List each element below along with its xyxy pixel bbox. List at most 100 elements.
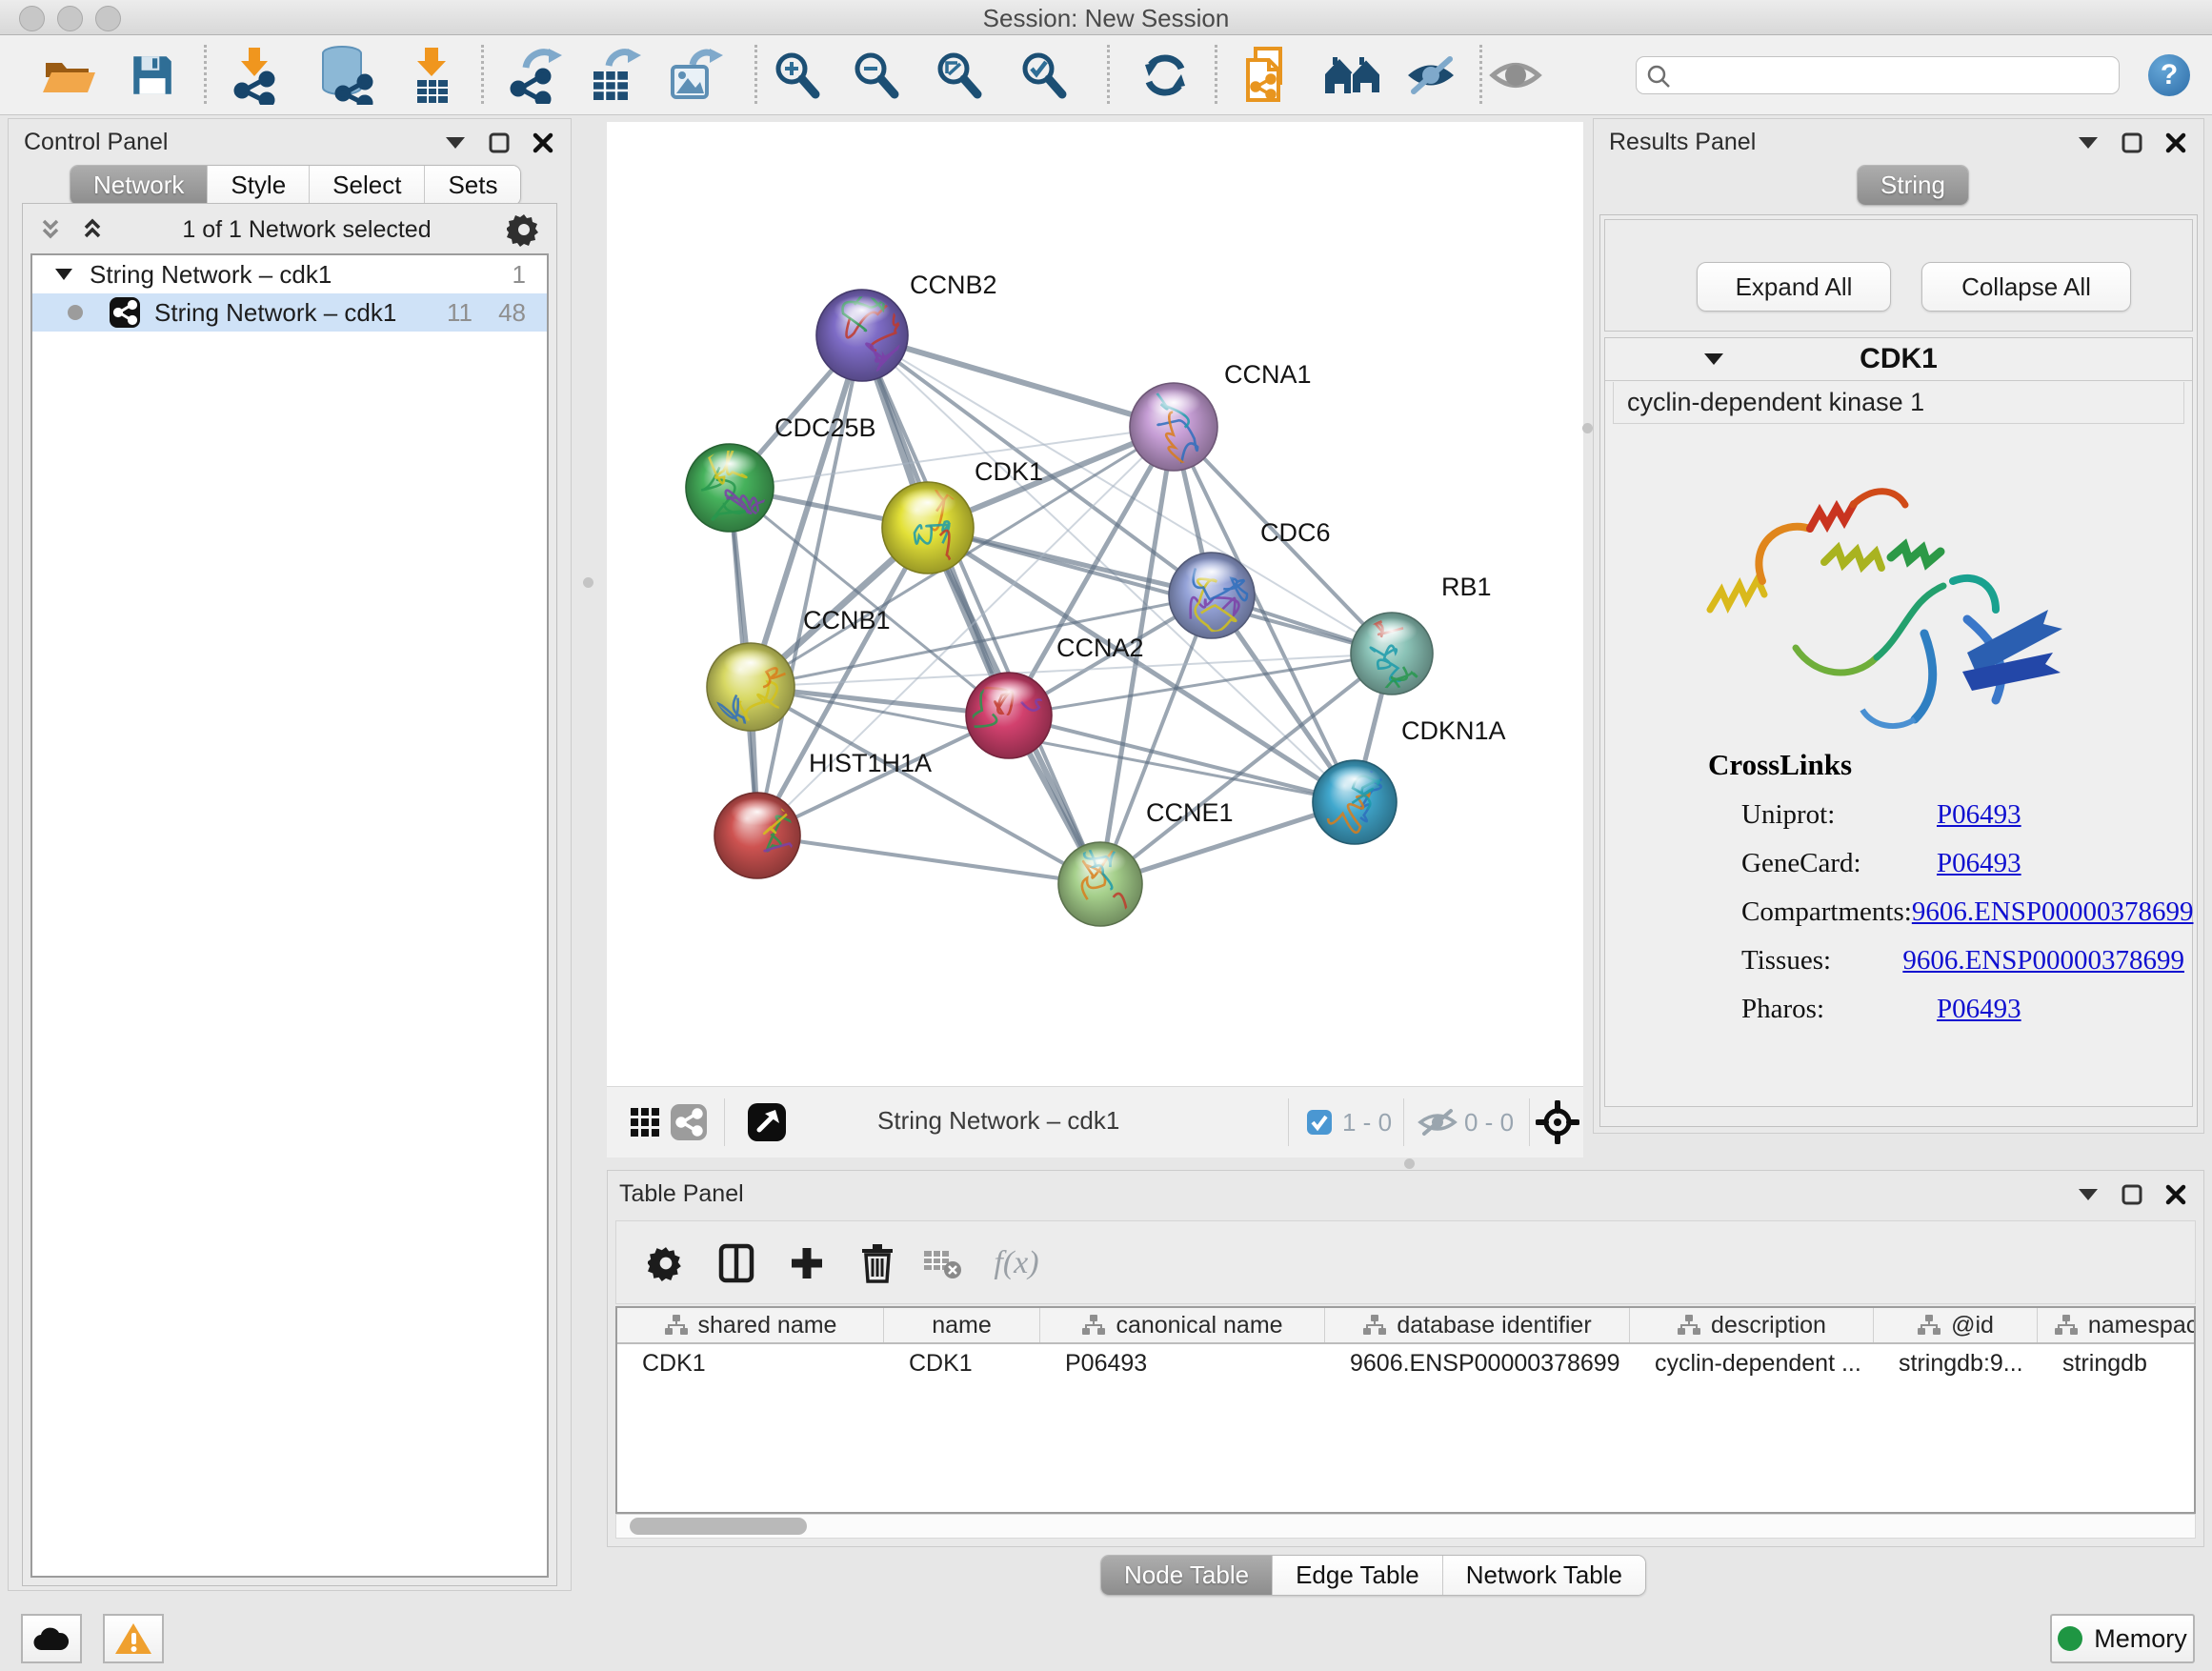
cytoscape-window: Session: New Session: [0, 0, 2212, 1671]
grid-view-icon[interactable]: [631, 1108, 659, 1137]
help-button[interactable]: ?: [2148, 54, 2190, 96]
cdk1-card-header[interactable]: CDK1: [1605, 338, 2192, 381]
column-header-namespace[interactable]: namespace: [2038, 1308, 2196, 1342]
column-header-database-identifier[interactable]: database identifier: [1325, 1308, 1630, 1342]
scrollbar-thumb[interactable]: [630, 1518, 807, 1535]
network-node-CDK1[interactable]: CDK1: [882, 457, 1043, 596]
collapse-all-tree-icon[interactable]: [78, 217, 107, 242]
import-table-file-icon[interactable]: [410, 46, 453, 105]
expand-all-tree-icon[interactable]: [36, 217, 65, 242]
tab-node-table[interactable]: Node Table: [1101, 1556, 1272, 1595]
crosslink-link[interactable]: P06493: [1937, 799, 2021, 831]
search-input[interactable]: [1636, 56, 2120, 94]
warning-icon: [114, 1621, 152, 1656]
expand-collapse-box: Expand All Collapse All: [1604, 219, 2193, 332]
splitter-handle[interactable]: [1404, 1158, 1415, 1169]
warnings-button[interactable]: [103, 1614, 164, 1663]
float-panel-icon[interactable]: [2122, 1184, 2142, 1205]
toolbar-separator: [481, 45, 484, 104]
crosslink-label: Uniprot:: [1741, 799, 1937, 831]
splitter-handle[interactable]: [583, 577, 593, 588]
main-toolbar: ?: [0, 35, 2212, 115]
network-edge[interactable]: [862, 335, 1174, 427]
network-view-canvas[interactable]: CCNB2CCNA1CDC25BCDK1CDC6RB1CCNB1CCNA2CDK…: [607, 122, 1583, 1086]
crosslink-link[interactable]: 9606.ENSP00000378699: [1902, 945, 2184, 976]
table-settings-gear-icon[interactable]: [648, 1245, 684, 1281]
home-icon[interactable]: [1323, 51, 1382, 99]
memory-button[interactable]: Memory: [2050, 1614, 2195, 1663]
zoom-in-icon[interactable]: [772, 50, 823, 101]
hidden-eye-icon[interactable]: [1418, 1107, 1458, 1137]
show-columns-icon[interactable]: [718, 1243, 754, 1283]
tree-expanded-arrow-icon[interactable]: [53, 267, 74, 282]
delete-table-icon[interactable]: [922, 1247, 962, 1279]
control-panel-window-controls: [445, 132, 553, 153]
crosslink-link[interactable]: P06493: [1937, 848, 2021, 879]
hide-selected-eye-icon[interactable]: [1404, 53, 1459, 97]
column-label: @id: [1951, 1312, 1994, 1339]
network-node-CDKN1A[interactable]: CDKN1A: [1313, 716, 1506, 844]
tab-style[interactable]: Style: [207, 166, 309, 205]
tab-sets[interactable]: Sets: [424, 166, 520, 205]
column-header-description[interactable]: description: [1630, 1308, 1874, 1342]
crosslink-link[interactable]: 9606.ENSP00000378699: [1912, 896, 2194, 928]
function-builder-icon[interactable]: f(x): [994, 1245, 1038, 1281]
birdseye-crosshair-icon[interactable]: [1536, 1100, 1579, 1144]
collapse-all-button[interactable]: Collapse All: [1921, 262, 2131, 312]
crosslink-link[interactable]: P06493: [1937, 994, 2021, 1025]
gear-icon[interactable]: [507, 212, 541, 247]
selected-checkbox-icon[interactable]: [1306, 1109, 1333, 1136]
network-collection-row[interactable]: String Network – cdk1 1: [32, 255, 547, 293]
tab-edge-table[interactable]: Edge Table: [1272, 1556, 1442, 1595]
show-all-eye-icon[interactable]: [1489, 53, 1544, 97]
panel-menu-caret-icon[interactable]: [2078, 1188, 2099, 1201]
close-panel-icon[interactable]: [2165, 1184, 2186, 1205]
network-share-icon[interactable]: [670, 1103, 708, 1141]
zoom-out-icon[interactable]: [851, 50, 902, 101]
tab-string[interactable]: String: [1858, 166, 1968, 205]
tab-select[interactable]: Select: [309, 166, 424, 205]
network-edge[interactable]: [757, 836, 1100, 884]
panel-menu-caret-icon[interactable]: [445, 136, 466, 150]
export-image-icon[interactable]: [668, 48, 723, 103]
cloud-button[interactable]: [21, 1614, 82, 1663]
splitter-handle[interactable]: [1582, 423, 1593, 433]
add-column-plus-icon[interactable]: [789, 1245, 825, 1281]
zoom-selected-icon[interactable]: [1018, 50, 1070, 101]
import-network-file-icon[interactable]: [229, 46, 280, 105]
network-node-RB1[interactable]: RB1: [1351, 573, 1492, 698]
detach-view-icon[interactable]: [747, 1102, 787, 1142]
tab-network[interactable]: Network: [70, 166, 207, 205]
float-panel-icon[interactable]: [2122, 132, 2142, 153]
export-table-icon[interactable]: [588, 47, 641, 104]
expand-all-button[interactable]: Expand All: [1697, 262, 1891, 312]
table-panel-title: Table Panel: [619, 1180, 744, 1208]
import-network-database-icon[interactable]: [315, 46, 374, 105]
export-network-icon[interactable]: [507, 47, 562, 104]
refresh-icon[interactable]: [1139, 50, 1191, 101]
column-header-canonical-name[interactable]: canonical name: [1040, 1308, 1325, 1342]
delete-column-trash-icon[interactable]: [860, 1243, 895, 1283]
network-row-selected[interactable]: String Network – cdk1 11 48: [32, 293, 547, 332]
float-panel-icon[interactable]: [489, 132, 510, 153]
column-header-shared-name[interactable]: shared name: [617, 1308, 884, 1342]
edge-count: 48: [498, 298, 526, 328]
duplicate-network-icon[interactable]: [1242, 47, 1290, 104]
close-panel-icon[interactable]: [533, 132, 553, 153]
zoom-fit-icon[interactable]: [934, 50, 985, 101]
network-node-HIST1H1A[interactable]: HIST1H1A: [714, 749, 932, 897]
table-horizontal-scrollbar[interactable]: [615, 1514, 2196, 1539]
tab-network-table[interactable]: Network Table: [1442, 1556, 1645, 1595]
current-network-dot-icon: [67, 304, 84, 321]
collection-count: 1: [513, 260, 526, 290]
table-cell: cyclin-dependent ...: [1630, 1344, 1874, 1382]
save-session-icon[interactable]: [129, 51, 176, 99]
column-header-@id[interactable]: @id: [1874, 1308, 2038, 1342]
table-row[interactable]: CDK1CDK1P064939606.ENSP00000378699cyclin…: [617, 1344, 2194, 1382]
network-node-CDC6[interactable]: CDC6: [1169, 518, 1331, 638]
network-edge[interactable]: [862, 335, 1100, 884]
open-session-icon[interactable]: [40, 50, 97, 101]
column-header-name[interactable]: name: [884, 1308, 1040, 1342]
close-panel-icon[interactable]: [2165, 132, 2186, 153]
panel-menu-caret-icon[interactable]: [2078, 136, 2099, 150]
